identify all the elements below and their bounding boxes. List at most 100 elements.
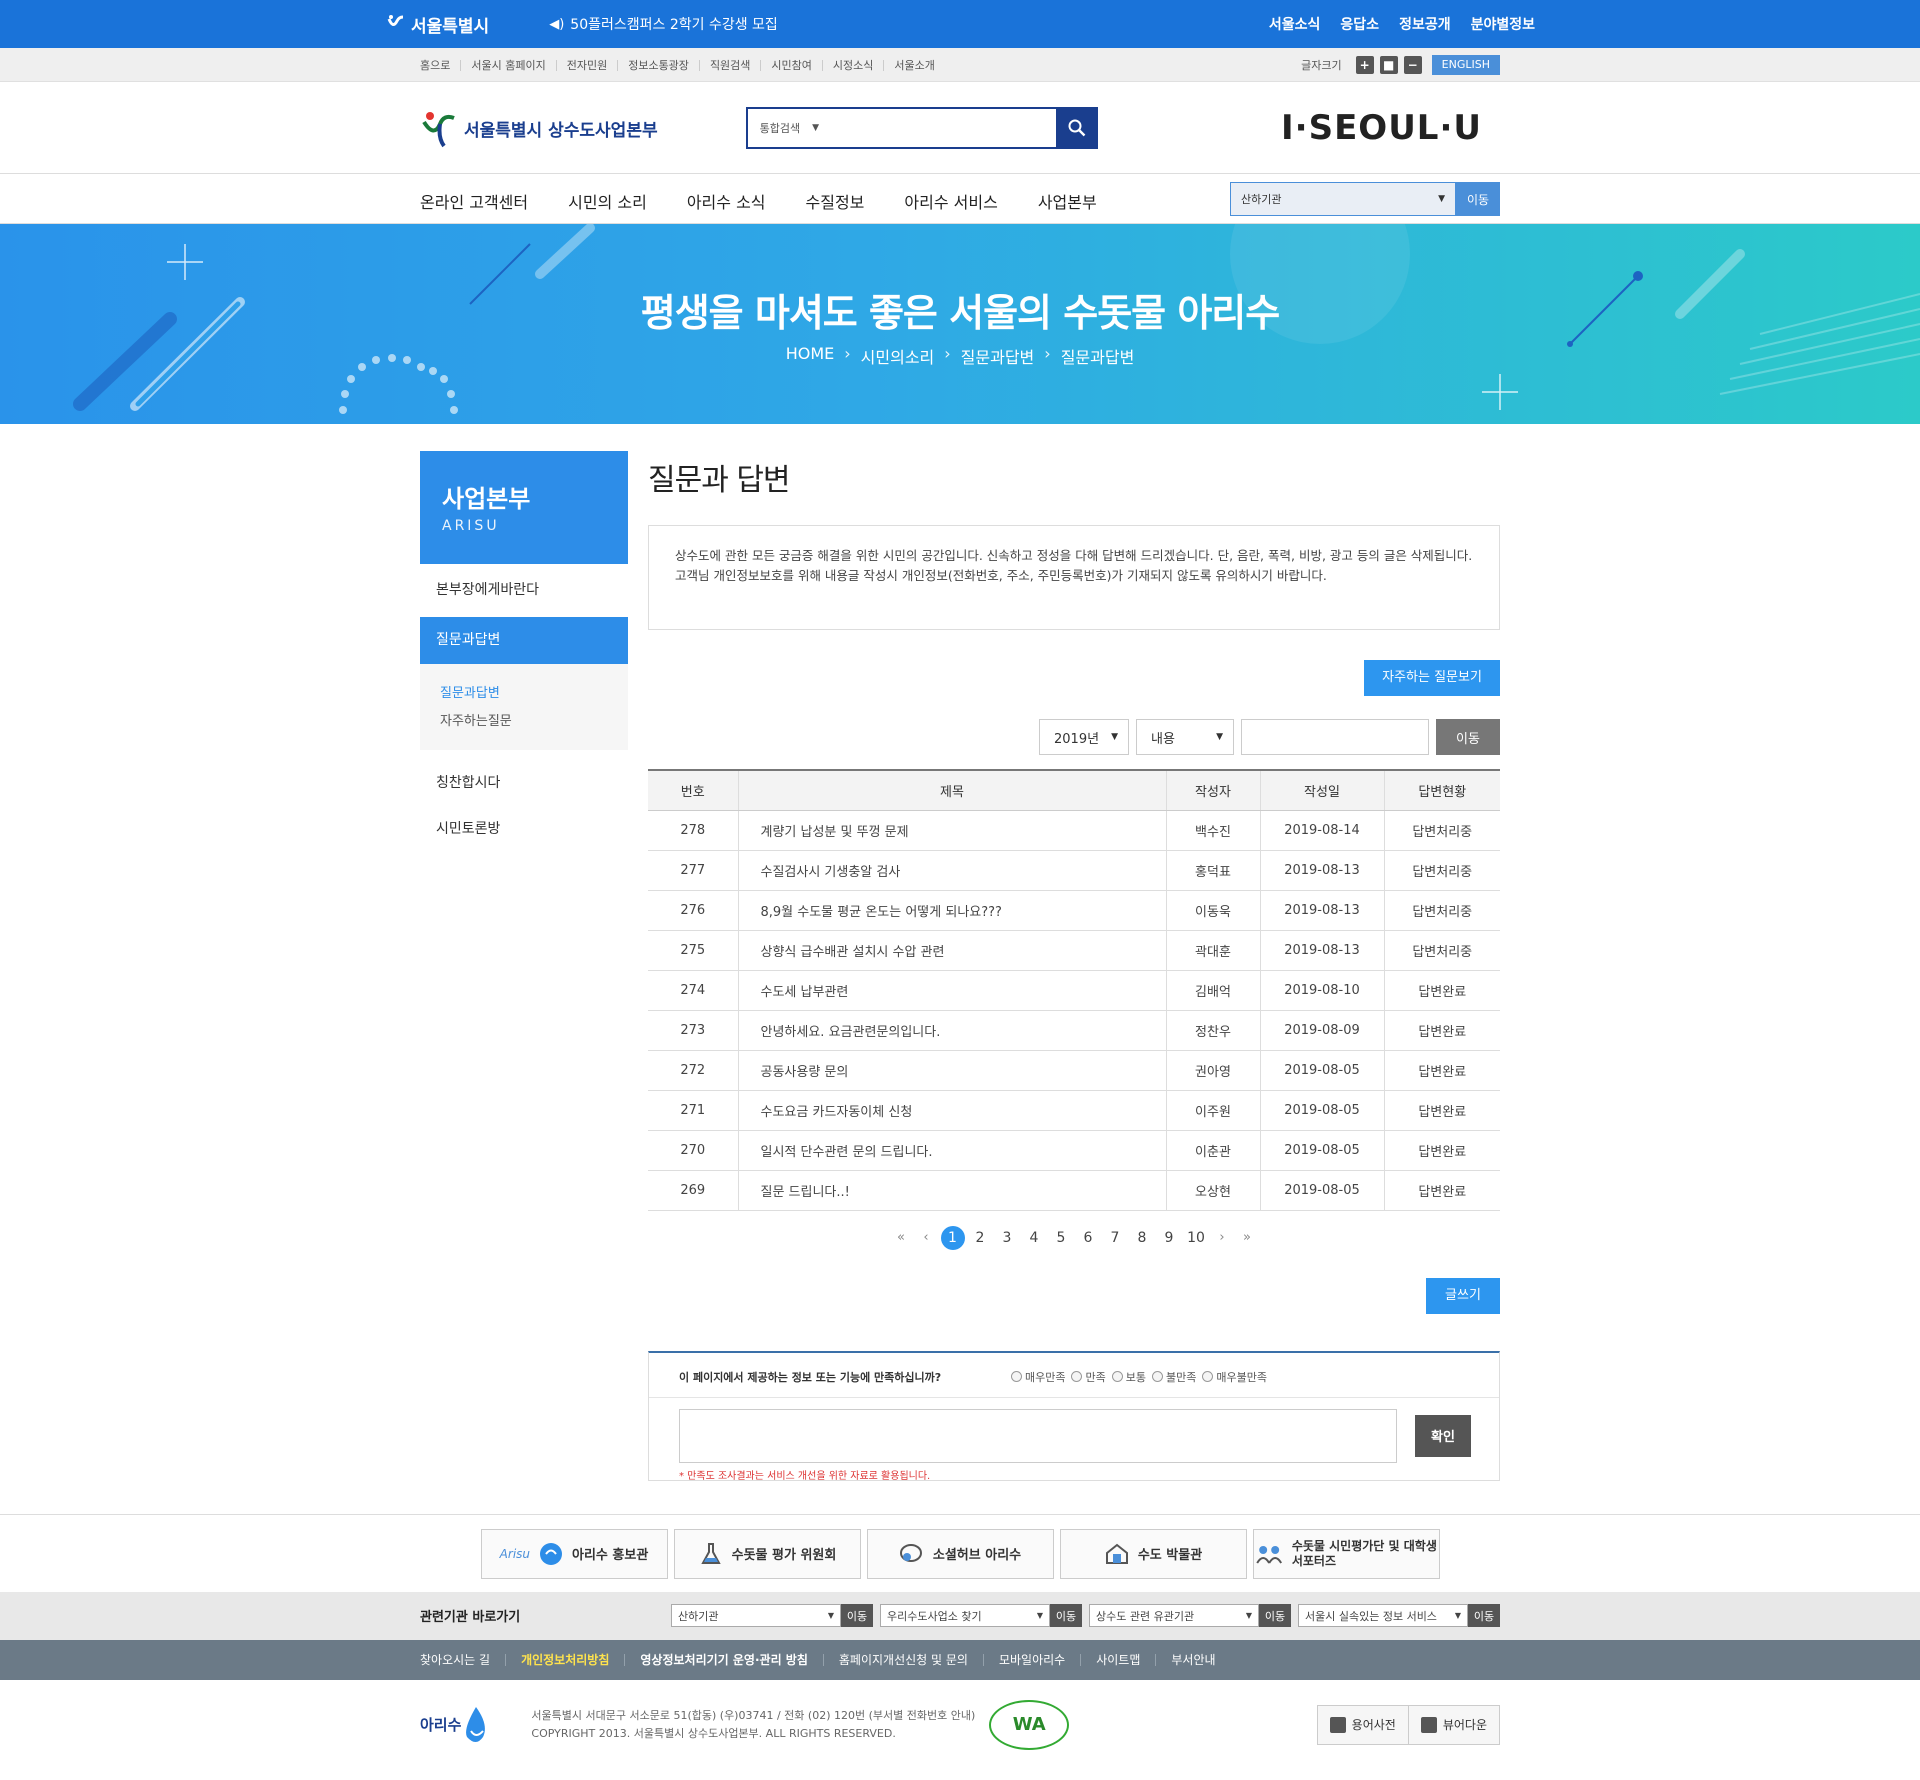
search-button[interactable]	[1055, 107, 1098, 149]
table-row[interactable]: 275 상향식 급수배관 설치시 수압 관련 곽대훈 2019-08-13 답변처리중	[648, 930, 1500, 971]
table-row[interactable]: 271 수도요금 카드자동이체 신청 이주원 2019-08-05 답변완료	[648, 1090, 1500, 1131]
related-go-button[interactable]: 이동	[1468, 1604, 1500, 1627]
related-go-button[interactable]: 이동	[841, 1604, 873, 1627]
table-row[interactable]: 278 계량기 납성분 및 뚜껑 문제 백수진 2019-08-14 답변처리중	[648, 810, 1500, 851]
radio-icon[interactable]	[1151, 1371, 1163, 1382]
row-title[interactable]: 상향식 급수배관 설치시 수압 관련	[737, 930, 1166, 971]
keyword-input[interactable]	[1241, 719, 1429, 755]
survey-option-very-satisfied[interactable]: 매우만족	[1011, 1369, 1065, 1385]
banner-evaluation[interactable]: 수돗물 평가 위원회	[673, 1528, 861, 1579]
faq-button[interactable]: 자주하는 질문보기	[1364, 660, 1500, 696]
font-plus-button[interactable]: +	[1355, 56, 1374, 74]
util-link-seoul[interactable]: 서울시 홈페이지	[460, 59, 555, 71]
survey-option-satisfied[interactable]: 만족	[1071, 1369, 1106, 1385]
page-2[interactable]: 2	[967, 1230, 994, 1246]
page-7[interactable]: 7	[1102, 1230, 1129, 1246]
font-minus-button[interactable]: −	[1403, 56, 1422, 74]
gnb-item-voice[interactable]: 시민의 소리	[568, 185, 647, 213]
survey-option-dissatisfied[interactable]: 불만족	[1151, 1369, 1196, 1385]
gnb-item-online[interactable]: 온라인 고객센터	[420, 185, 528, 213]
search-scope[interactable]: 통합검색	[760, 120, 800, 136]
related-select-box[interactable]: 우리수도사업소 찾기 ▼	[880, 1604, 1050, 1627]
util-link-staff[interactable]: 직원검색	[698, 59, 760, 71]
gnb-item-hq[interactable]: 사업본부	[1038, 185, 1097, 213]
breadcrumb-home[interactable]: HOME	[786, 344, 835, 368]
row-title[interactable]: 공동사용량 문의	[737, 1050, 1166, 1091]
table-row[interactable]: 272 공동사용량 문의 권아영 2019-08-05 답변완료	[648, 1050, 1500, 1091]
side-nav-item-forum[interactable]: 시민토론방	[420, 806, 628, 852]
table-row[interactable]: 277 수질검사시 기생충알 검사 홍덕표 2019-08-13 답변처리중	[648, 850, 1500, 891]
radio-icon[interactable]	[1202, 1371, 1214, 1382]
table-row[interactable]: 273 안녕하세요. 요금관련문의입니다. 정찬우 2019-08-09 답변완료	[648, 1010, 1500, 1051]
gnb-item-news[interactable]: 아리수 소식	[687, 185, 766, 213]
related-select-box[interactable]: 산하기관 ▼	[671, 1604, 841, 1627]
row-title[interactable]: 8,9월 수도물 평균 온도는 어떻게 되나요???	[737, 890, 1166, 931]
top-link-news[interactable]: 서울소식	[1269, 14, 1321, 34]
dictionary-button[interactable]: 용어사전	[1318, 1706, 1408, 1744]
survey-comment-textarea[interactable]	[679, 1408, 1397, 1463]
radio-icon[interactable]	[1111, 1371, 1123, 1382]
page-5[interactable]: 5	[1048, 1230, 1075, 1246]
filter-go-button[interactable]: 이동	[1436, 719, 1500, 755]
row-title[interactable]: 일시적 단수관련 문의 드립니다.	[737, 1130, 1166, 1171]
footer-link-improve[interactable]: 홈페이지개선신청 및 문의	[822, 1653, 983, 1666]
table-row[interactable]: 274 수도세 납부관련 김배억 2019-08-10 답변완료	[648, 970, 1500, 1011]
util-link-minwon[interactable]: 전자민원	[555, 59, 617, 71]
last-page-icon[interactable]: »	[1235, 1230, 1260, 1245]
page-6[interactable]: 6	[1075, 1230, 1102, 1246]
footer-link-privacy[interactable]: 개인정보처리방침	[505, 1653, 624, 1666]
banner-citizen-panel[interactable]: 수돗물 시민평가단 및 대학생 서포터즈	[1252, 1528, 1440, 1579]
org-select-box[interactable]: 산하기관 ▼	[1230, 182, 1456, 216]
page-4[interactable]: 4	[1021, 1230, 1048, 1246]
table-row[interactable]: 276 8,9월 수도물 평균 온도는 어떻게 되나요??? 이동욱 2019-08-…	[648, 890, 1500, 931]
side-nav-item-director[interactable]: 본부장에게바란다	[420, 564, 628, 616]
related-go-button[interactable]: 이동	[1259, 1604, 1291, 1627]
footer-link-dept[interactable]: 부서안내	[1155, 1653, 1230, 1666]
footer-link-mobile[interactable]: 모바일아리수	[982, 1653, 1080, 1666]
top-link-info[interactable]: 정보공개	[1399, 14, 1451, 34]
breadcrumb-qna[interactable]: 질문과답변	[961, 344, 1035, 368]
util-link-participate[interactable]: 시민참여	[760, 59, 821, 71]
top-link-field[interactable]: 분야별정보	[1471, 14, 1535, 34]
gnb-item-quality[interactable]: 수질정보	[806, 185, 865, 213]
prev-page-icon[interactable]: ‹	[914, 1230, 939, 1245]
row-title[interactable]: 수도요금 카드자동이체 신청	[737, 1090, 1166, 1131]
util-link-news[interactable]: 시정소식	[821, 59, 883, 71]
util-link-home[interactable]: 홈으로	[420, 60, 460, 71]
side-nav-item-qna[interactable]: 질문과답변	[420, 617, 628, 664]
viewer-download-button[interactable]: 뷰어다운	[1407, 1705, 1499, 1744]
radio-icon[interactable]	[1011, 1371, 1022, 1382]
page-1[interactable]: 1	[940, 1225, 965, 1250]
side-nav-sub-qna[interactable]: 질문과답변	[440, 680, 628, 708]
side-nav-item-praise[interactable]: 칭찬합시다	[420, 760, 628, 806]
radio-icon[interactable]	[1071, 1371, 1083, 1382]
page-9[interactable]: 9	[1156, 1230, 1183, 1246]
row-title[interactable]: 질문 드립니다..!	[737, 1170, 1166, 1211]
survey-option-very-dissatisfied[interactable]: 매우불만족	[1202, 1369, 1267, 1385]
write-button[interactable]: 글쓰기	[1426, 1277, 1500, 1314]
site-logo[interactable]: 서울특별시 상수도사업본부	[420, 108, 658, 148]
page-8[interactable]: 8	[1129, 1230, 1156, 1246]
english-button[interactable]: ENGLISH	[1431, 55, 1500, 75]
banner-museum[interactable]: 수도 박물관	[1059, 1528, 1247, 1579]
side-nav-sub-faq[interactable]: 자주하는질문	[440, 708, 628, 736]
banner-arisu-pr[interactable]: Arisu 아리수 홍보관	[480, 1528, 668, 1579]
table-row[interactable]: 270 일시적 단수관련 문의 드립니다. 이춘관 2019-08-05 답변완료	[648, 1130, 1500, 1171]
next-page-icon[interactable]: ›	[1210, 1230, 1235, 1245]
breadcrumb-voice[interactable]: 시민의소리	[861, 344, 935, 368]
page-3[interactable]: 3	[994, 1230, 1021, 1246]
year-select[interactable]: 2019년 ▼	[1039, 719, 1129, 755]
related-select-box[interactable]: 서울시 실속있는 정보 서비스 ▼	[1298, 1604, 1468, 1627]
util-link-square[interactable]: 정보소통광장	[617, 59, 699, 71]
font-reset-button[interactable]: ■	[1379, 56, 1398, 74]
notice[interactable]: ◀) 50플러스캠퍼스 2학기 수강생 모집	[549, 14, 778, 34]
iseoulu-logo[interactable]: I·SEOUL·U	[1281, 108, 1482, 148]
breadcrumb-current[interactable]: 질문과답변	[1061, 344, 1135, 368]
footer-link-cctv[interactable]: 영상정보처리기기 운영·관리 방침	[624, 1653, 822, 1666]
gnb-item-service[interactable]: 아리수 서비스	[904, 185, 997, 213]
survey-submit-button[interactable]: 확인	[1415, 1414, 1471, 1457]
row-title[interactable]: 수도세 납부관련	[737, 970, 1166, 1011]
top-link-eungdapso[interactable]: 응답소	[1340, 14, 1379, 34]
seoul-logo[interactable]: 서울특별시	[385, 12, 489, 37]
row-title[interactable]: 수질검사시 기생충알 검사	[737, 850, 1166, 891]
